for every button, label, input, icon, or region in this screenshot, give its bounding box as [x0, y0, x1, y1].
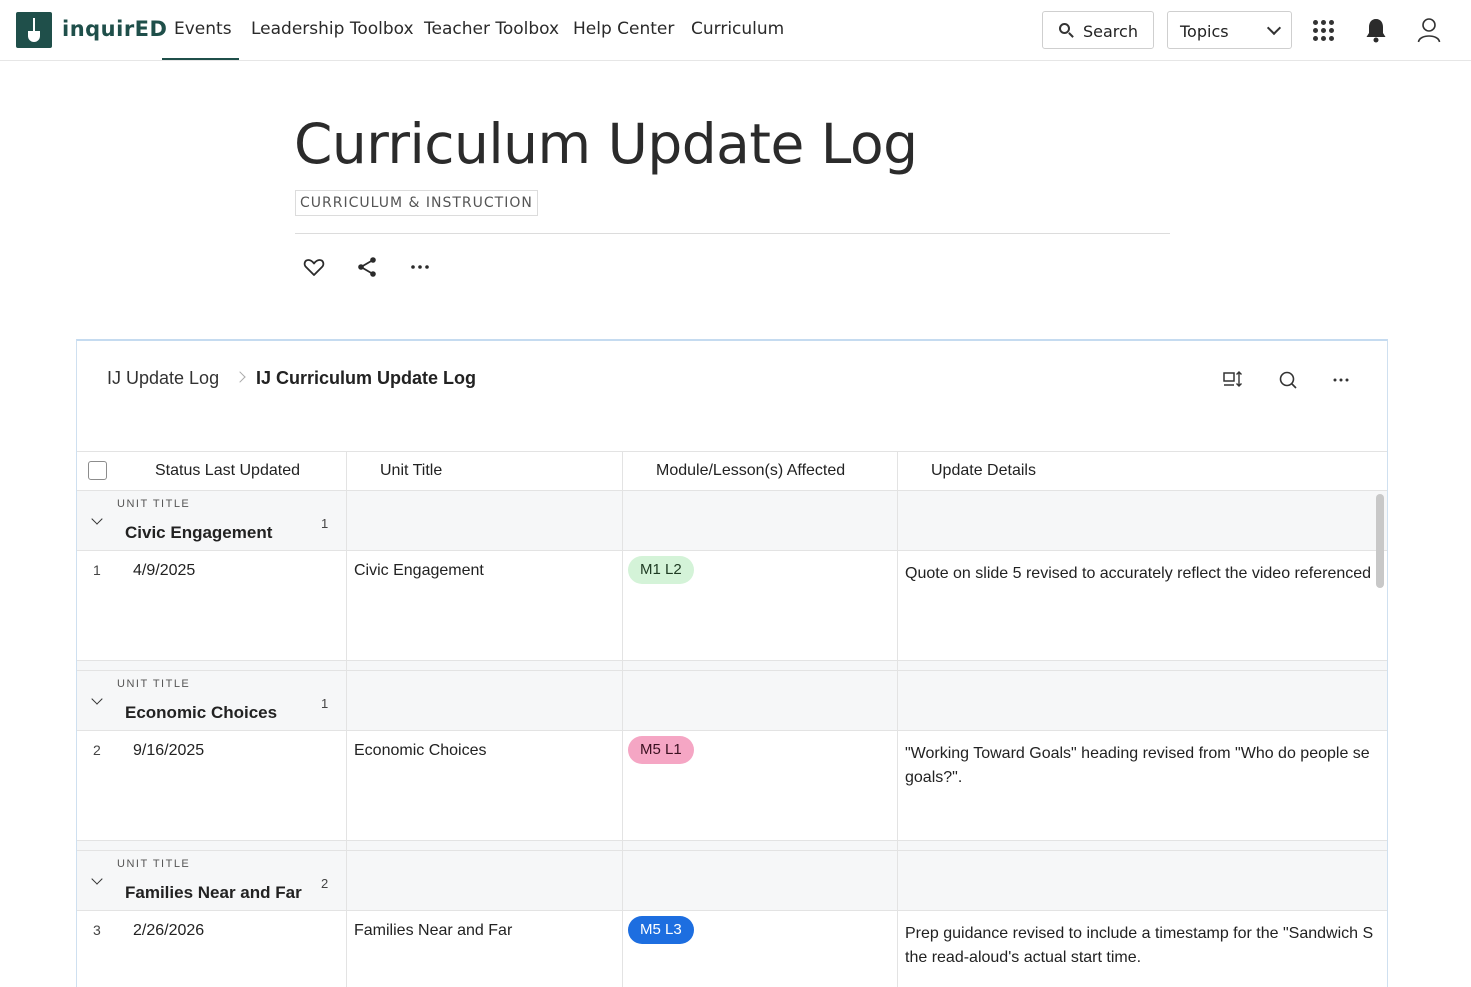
embedded-update-log: IJ Update Log IJ Curriculum Update Log S… [76, 339, 1388, 987]
bell-icon[interactable] [1365, 17, 1387, 43]
group-count: 1 [321, 516, 329, 531]
group-count: 1 [321, 696, 329, 711]
vertical-scrollbar[interactable] [1376, 494, 1384, 588]
search-button-label: Search [1083, 22, 1138, 41]
active-nav-indicator [162, 58, 239, 60]
update-details-line: the read-aloud's actual start time. [905, 949, 1142, 966]
group-field-label: UNIT TITLE [117, 498, 191, 510]
nav-item-leadership-toolbox[interactable]: Leadership Toolbox [251, 19, 414, 39]
brand-logo-icon[interactable] [16, 12, 52, 48]
column-header-module-lesson[interactable]: Module/Lesson(s) Affected [656, 462, 845, 480]
brand-name[interactable]: inquirED [62, 17, 167, 41]
category-tag[interactable]: CURRICULUM & INSTRUCTION [295, 190, 538, 216]
table-more-icon[interactable] [1330, 369, 1352, 391]
nav-item-curriculum[interactable]: Curriculum [691, 19, 784, 39]
table-row[interactable]: 1 4/9/2025 Civic Engagement M1 L2 Quote … [77, 551, 1387, 661]
status-date-cell[interactable]: 2/26/2026 [133, 922, 204, 940]
user-account-icon[interactable] [1417, 17, 1441, 43]
row-number: 1 [93, 562, 101, 578]
update-details-cell[interactable]: Quote on slide 5 revised to accurately r… [905, 562, 1387, 586]
page-title: Curriculum Update Log [294, 112, 918, 176]
nav-item-events[interactable]: Events [174, 19, 232, 39]
group-name: Families Near and Far [125, 883, 302, 902]
update-details-line: "Working Toward Goals" heading revised f… [905, 745, 1370, 762]
more-options-icon[interactable] [408, 255, 432, 279]
group-field-label: UNIT TITLE [117, 858, 191, 870]
status-date-cell[interactable]: 9/16/2025 [133, 742, 204, 760]
breadcrumb-chevron-icon [234, 371, 246, 383]
module-tag[interactable]: M1 L2 [628, 556, 694, 584]
column-header-unit-title[interactable]: Unit Title [380, 462, 442, 480]
collapse-chevron-icon[interactable] [91, 513, 103, 525]
group-field-label: UNIT TITLE [117, 678, 191, 690]
row-number: 2 [93, 742, 101, 758]
group-name: Civic Engagement [125, 523, 273, 542]
unit-title-cell[interactable]: Civic Engagement [354, 562, 484, 580]
top-nav: inquirED Events Leadership Toolbox Teach… [0, 0, 1471, 61]
group-count: 2 [321, 876, 329, 891]
column-divider [897, 451, 898, 987]
topics-dropdown-label: Topics [1180, 22, 1229, 41]
unit-title-cell[interactable]: Families Near and Far [354, 922, 512, 940]
group-header-row[interactable]: UNIT TITLE Civic Engagement 1 [77, 491, 1387, 551]
nav-item-teacher-toolbox[interactable]: Teacher Toolbox [424, 19, 559, 39]
row-number: 3 [93, 922, 101, 938]
group-name: Economic Choices [125, 703, 278, 722]
topics-dropdown[interactable]: Topics [1167, 11, 1292, 49]
column-divider [622, 451, 623, 987]
update-details-line: Quote on slide 5 revised to accurately r… [905, 565, 1372, 582]
breadcrumb-root[interactable]: IJ Update Log [107, 368, 219, 389]
apps-grid-icon[interactable] [1313, 20, 1334, 41]
collapse-chevron-icon[interactable] [91, 693, 103, 705]
group-spacer [77, 661, 1387, 671]
column-header-update-details[interactable]: Update Details [931, 462, 1036, 480]
collapse-chevron-icon[interactable] [91, 873, 103, 885]
chevron-down-icon [1266, 20, 1282, 36]
group-spacer [77, 841, 1387, 851]
column-divider [346, 451, 347, 987]
table-row[interactable]: 3 2/26/2026 Families Near and Far M5 L3 … [77, 911, 1387, 987]
status-date-cell[interactable]: 4/9/2025 [133, 562, 195, 580]
table-search-icon[interactable] [1277, 369, 1299, 391]
update-details-line: Prep guidance revised to include a times… [905, 925, 1374, 942]
update-details-cell[interactable]: Prep guidance revised to include a times… [905, 922, 1387, 970]
module-tag[interactable]: M5 L1 [628, 736, 694, 764]
nav-item-help-center[interactable]: Help Center [573, 19, 674, 39]
share-icon[interactable] [355, 255, 379, 279]
heart-icon[interactable] [302, 255, 326, 279]
search-button[interactable]: Search [1042, 11, 1154, 49]
column-divider [1387, 451, 1388, 987]
group-header-row[interactable]: UNIT TITLE Families Near and Far 2 [77, 851, 1387, 911]
search-icon [1059, 23, 1070, 34]
update-details-line: goals?". [905, 769, 963, 786]
breadcrumb-current: IJ Curriculum Update Log [256, 368, 477, 388]
update-details-cell[interactable]: "Working Toward Goals" heading revised f… [905, 742, 1387, 790]
group-header-row[interactable]: UNIT TITLE Economic Choices 1 [77, 671, 1387, 731]
select-all-checkbox[interactable] [88, 461, 107, 480]
column-header-status-last-updated[interactable]: Status Last Updated [155, 462, 300, 480]
module-tag[interactable]: M5 L3 [628, 916, 694, 944]
unit-title-cell[interactable]: Economic Choices [354, 742, 487, 760]
row-height-icon[interactable] [1222, 369, 1244, 391]
table-row[interactable]: 2 9/16/2025 Economic Choices M5 L1 "Work… [77, 731, 1387, 841]
header-divider [295, 233, 1170, 234]
